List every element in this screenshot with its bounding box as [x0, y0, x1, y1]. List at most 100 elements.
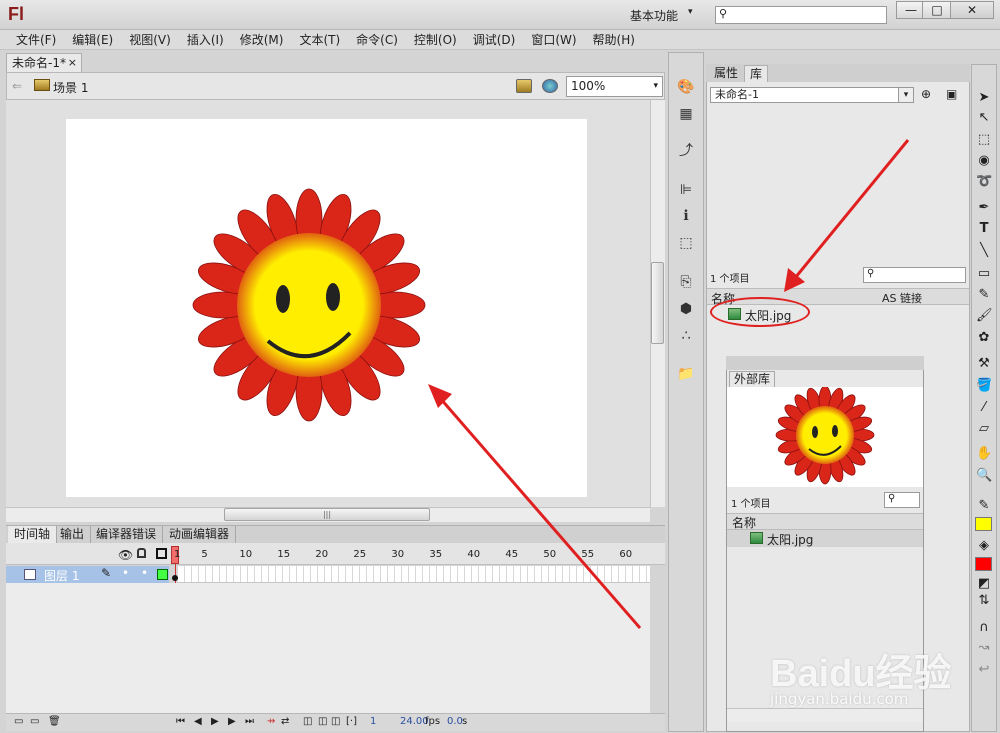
new-library-icon[interactable]: ▣ — [946, 87, 957, 101]
straighten-icon[interactable]: ↩ — [976, 662, 992, 678]
eye-icon[interactable]: 👁 — [118, 548, 133, 562]
fill-color-icon[interactable]: ◈ — [976, 538, 992, 554]
keyframe[interactable] — [172, 575, 178, 581]
black-white-icon[interactable]: ◩ — [976, 576, 992, 592]
visibility-dot[interactable]: • — [122, 566, 129, 580]
zoom-tool-icon[interactable]: 🔍 — [976, 468, 992, 484]
smooth-icon[interactable]: ↝ — [976, 640, 992, 656]
subselection-tool-icon[interactable]: ↖ — [976, 110, 992, 126]
help-search-input[interactable]: ⚲ — [715, 6, 887, 24]
layer-name[interactable]: 图层 1 — [44, 567, 79, 584]
history-icon[interactable]: ⤴ — [677, 143, 695, 159]
frame-cells[interactable] — [178, 566, 650, 583]
external-library-scrollbar[interactable] — [727, 708, 923, 722]
snap-magnet-icon[interactable]: ∩ — [976, 620, 992, 636]
tab-properties[interactable]: 属性 — [709, 65, 743, 82]
swatches-icon[interactable]: ▦ — [677, 106, 695, 122]
external-library-search-input[interactable]: ⚲ — [884, 492, 920, 508]
motion-presets-icon[interactable]: ∴ — [677, 328, 695, 344]
lasso-icon[interactable]: ➰ — [976, 174, 992, 190]
tab-timeline[interactable]: 时间轴 — [8, 526, 58, 543]
menu-edit[interactable]: 编辑(E) — [64, 30, 121, 49]
onion-outline-icon[interactable]: ◫ — [318, 716, 327, 727]
menu-view[interactable]: 视图(V) — [121, 30, 179, 49]
brush-tool-icon[interactable]: 🖌 — [976, 308, 993, 324]
3d-rotation-icon[interactable]: ◉ — [976, 153, 992, 169]
document-tab[interactable]: 未命名-1* × — [6, 53, 82, 72]
swap-colors-icon[interactable]: ⇅ — [976, 593, 992, 609]
menu-file[interactable]: 文件(F) — [8, 30, 64, 49]
menu-debug[interactable]: 调试(D) — [465, 30, 524, 49]
stage-canvas[interactable] — [66, 119, 587, 497]
pen-tool-icon[interactable]: ✒ — [976, 200, 992, 216]
loop-icon[interactable]: ⇄ — [281, 716, 289, 727]
tab-library[interactable]: 库 — [744, 65, 769, 82]
tab-motion-editor[interactable]: 动画编辑器 — [163, 526, 237, 543]
sunflower-smiley-image[interactable] — [66, 119, 587, 497]
edit-multiple-frames-icon[interactable]: ◫ — [331, 716, 340, 727]
info-icon[interactable]: ℹ — [677, 208, 695, 224]
menu-insert[interactable]: 插入(I) — [179, 30, 232, 49]
hand-tool-icon[interactable]: ✋ — [976, 446, 992, 462]
transform-icon[interactable]: ⬚ — [677, 235, 695, 251]
actions-icon[interactable]: ⎘ — [677, 274, 695, 290]
new-folder-icon[interactable]: ▭ — [30, 716, 39, 727]
new-layer-icon[interactable]: ▭ — [14, 716, 23, 727]
back-arrow-icon[interactable]: ⇐ — [12, 79, 22, 93]
lock-dot[interactable]: • — [141, 566, 148, 580]
close-button[interactable]: ✕ — [950, 1, 994, 19]
edit-symbol-icon[interactable] — [542, 79, 558, 93]
align-icon[interactable]: ⊫ — [677, 182, 695, 198]
prev-frame-icon[interactable]: ◀ — [194, 716, 202, 727]
project-icon[interactable]: 📁 — [677, 366, 695, 382]
outline-icon[interactable] — [156, 548, 167, 559]
bone-tool-icon[interactable]: ⚒ — [976, 356, 992, 372]
menu-modify[interactable]: 修改(M) — [232, 30, 292, 49]
external-library-item[interactable]: 太阳.jpg — [767, 531, 813, 548]
external-library-titlebar[interactable] — [726, 356, 924, 370]
zoom-select[interactable]: 100% ▾ — [566, 76, 663, 97]
library-search-input[interactable]: ⚲ — [863, 267, 966, 283]
text-tool-icon[interactable]: T — [976, 221, 992, 237]
play-icon[interactable]: ▶ — [211, 716, 219, 727]
fill-color-swatch[interactable] — [975, 557, 992, 571]
scene-label[interactable]: 场景 1 — [53, 79, 88, 96]
menu-window[interactable]: 窗口(W) — [523, 30, 584, 49]
tab-output[interactable]: 输出 — [54, 526, 92, 543]
eraser-icon[interactable]: ▱ — [976, 421, 992, 437]
eyedropper-icon[interactable]: ⁄ — [976, 400, 992, 416]
selection-tool-icon[interactable]: ➤ — [976, 90, 992, 106]
color-icon[interactable]: 🎨 — [677, 79, 695, 95]
components-icon[interactable]: ⬢ — [677, 301, 695, 317]
paint-bucket-icon[interactable]: 🪣 — [976, 378, 992, 394]
tab-compiler-errors[interactable]: 编译器错误 — [90, 526, 164, 543]
workspace-switcher[interactable]: 基本功能 — [630, 7, 678, 24]
pin-icon[interactable]: ⊕ — [921, 87, 931, 101]
deco-tool-icon[interactable]: ✿ — [976, 330, 992, 346]
external-column-name[interactable]: 名称 — [732, 514, 756, 531]
center-frame-icon[interactable]: ⇸ — [267, 716, 275, 727]
stroke-color-swatch[interactable] — [975, 517, 992, 531]
edit-scene-icon[interactable] — [516, 79, 532, 93]
free-transform-icon[interactable]: ⬚ — [976, 132, 992, 148]
pencil-tool-icon[interactable]: ✎ — [976, 287, 992, 303]
onion-skin-icon[interactable]: ◫ — [303, 716, 312, 727]
close-tab-icon[interactable]: × — [68, 54, 77, 72]
line-tool-icon[interactable]: ╲ — [976, 243, 992, 259]
trash-icon[interactable]: 🗑 — [48, 716, 61, 727]
layer-color-swatch[interactable] — [157, 569, 168, 580]
stage-vertical-scroll-thumb[interactable] — [651, 262, 664, 344]
tab-external-library[interactable]: 外部库 — [729, 371, 776, 387]
rectangle-tool-icon[interactable]: ▭ — [976, 266, 992, 282]
onion-markers-icon[interactable]: [·] — [346, 716, 357, 727]
current-frame[interactable]: 1 — [370, 716, 376, 727]
first-frame-icon[interactable]: ⏮ — [176, 716, 185, 727]
chevron-down-icon[interactable]: ▾ — [898, 87, 914, 103]
last-frame-icon[interactable]: ⏭ — [245, 716, 254, 727]
menu-control[interactable]: 控制(O) — [406, 30, 465, 49]
workspace-arrow-icon[interactable]: ▾ — [688, 7, 693, 17]
stage-horizontal-scroll-thumb[interactable]: ||| — [224, 508, 430, 521]
menu-text[interactable]: 文本(T) — [291, 30, 348, 49]
menu-help[interactable]: 帮助(H) — [585, 30, 643, 49]
column-as-linkage[interactable]: AS 链接 — [882, 290, 922, 306]
